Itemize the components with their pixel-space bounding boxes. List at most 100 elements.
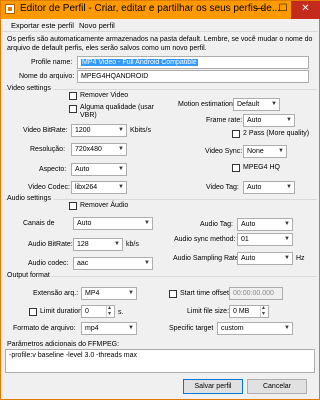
chevron-down-icon: ▼ bbox=[118, 146, 124, 152]
info-text: Os perfis são automaticamente armazenado… bbox=[7, 36, 313, 52]
audio-bitrate-unit: kb/s bbox=[126, 241, 139, 248]
extension-label: Extensão arq.: bbox=[33, 290, 79, 297]
audio-codec-select[interactable]: aac ▼ bbox=[73, 257, 153, 270]
remove-audio-label: Remover Áudio bbox=[80, 202, 129, 209]
video-sync-select[interactable]: None ▼ bbox=[243, 145, 287, 158]
close-button[interactable]: ✕ bbox=[291, 1, 320, 19]
video-codec-label: Video Codec: bbox=[28, 184, 70, 191]
video-sync-label: Video Sync: bbox=[205, 148, 243, 155]
limit-duration-checkbox[interactable] bbox=[29, 308, 37, 316]
chevron-down-icon: ▼ bbox=[118, 127, 124, 133]
file-size-value: 0 MB bbox=[233, 308, 250, 315]
chevron-down-icon: ▼ bbox=[284, 221, 290, 227]
video-codec-value: libx264 bbox=[75, 184, 98, 191]
ffmpeg-params-textarea[interactable]: -profile:v baseline -level 3.0 -threads … bbox=[5, 349, 315, 373]
extension-value: MP4 bbox=[85, 290, 100, 297]
start-offset-label: Start time offset bbox=[180, 290, 229, 297]
profile-name-label: Profile name: bbox=[31, 59, 73, 66]
audio-bitrate-select[interactable]: 128 ▼ bbox=[73, 238, 123, 251]
audio-tag-value: Auto bbox=[241, 221, 256, 228]
file-size-input[interactable]: 0 MB bbox=[229, 305, 269, 318]
limit-duration-input[interactable]: 0 bbox=[81, 305, 115, 318]
profile-name-value: MP4 Video - Full Android Compatible bbox=[81, 59, 198, 66]
ffmpeg-params-label: Parâmetros adicionais do FFMPEG: bbox=[7, 341, 120, 348]
specific-target-label: Specific target bbox=[169, 325, 214, 332]
aspect-select[interactable]: Auto ▼ bbox=[71, 163, 127, 176]
quality-vbr-label: Alguma qualidade (usar VBR) bbox=[80, 104, 154, 119]
specific-target-value: custom bbox=[221, 325, 244, 332]
chevron-down-icon: ▼ bbox=[284, 255, 290, 261]
audio-sync-label: Audio sync method: bbox=[174, 236, 236, 243]
menu-export[interactable]: Exportar este perfil bbox=[11, 21, 74, 30]
sampling-rate-value: Auto bbox=[241, 255, 256, 262]
video-bitrate-select[interactable]: 1200 ▼ bbox=[71, 124, 127, 137]
app-icon bbox=[5, 4, 15, 14]
file-format-label: Formato de arquivo: bbox=[13, 325, 76, 332]
extension-select[interactable]: MP4 ▼ bbox=[81, 287, 137, 300]
limit-duration-value: 0 bbox=[85, 308, 89, 315]
resolution-label: Resolução: bbox=[30, 146, 66, 153]
file-size-label: Limit file size: bbox=[187, 308, 230, 315]
start-offset-checkbox[interactable] bbox=[169, 290, 177, 298]
menu-bar: Exportar este perfil Novo perfil bbox=[2, 20, 318, 32]
spinner-arrows-icon[interactable] bbox=[106, 306, 114, 317]
aspect-label: Aspecto: bbox=[39, 166, 67, 173]
two-pass-checkbox[interactable] bbox=[232, 130, 240, 138]
limit-duration-unit: s. bbox=[118, 309, 124, 316]
output-format-title: Output format bbox=[7, 272, 52, 279]
video-tag-value: Auto bbox=[247, 184, 262, 191]
audio-bitrate-label: Audio BitRate: bbox=[28, 241, 73, 248]
motion-estimation-value: Default bbox=[237, 101, 260, 108]
video-codec-select[interactable]: libx264 ▼ bbox=[71, 181, 127, 194]
profile-name-input[interactable]: MP4 Video - Full Android Compatible bbox=[77, 56, 309, 69]
audio-sync-value: 01 bbox=[241, 236, 249, 243]
video-tag-label: Video Tag: bbox=[206, 184, 239, 191]
mpeg4-hq-checkbox[interactable] bbox=[232, 164, 240, 172]
chevron-down-icon: ▼ bbox=[286, 117, 292, 123]
save-profile-button[interactable]: Salvar perfil bbox=[183, 379, 243, 394]
video-tag-select[interactable]: Auto ▼ bbox=[243, 181, 295, 194]
channels-select[interactable]: Auto ▼ bbox=[73, 217, 153, 230]
menu-new-profile[interactable]: Novo perfil bbox=[79, 21, 115, 30]
profile-editor-window: Editor de Perfil - Criar, editar e parti… bbox=[0, 0, 320, 400]
file-name-input[interactable]: MPEG4HQANDROID bbox=[77, 70, 309, 83]
frame-rate-label: Frame rate: bbox=[206, 117, 243, 124]
remove-video-checkbox[interactable] bbox=[69, 92, 77, 100]
start-offset-input[interactable]: 00:00:00.000 bbox=[229, 287, 283, 300]
two-pass-label: 2 Pass (More quality) bbox=[243, 130, 310, 137]
spinner-arrows-icon[interactable] bbox=[260, 306, 268, 317]
file-format-select[interactable]: mp4 ▼ bbox=[81, 322, 137, 335]
audio-sync-select[interactable]: 01 ▼ bbox=[237, 233, 293, 246]
chevron-down-icon: ▼ bbox=[284, 325, 290, 331]
channels-value: Auto bbox=[77, 220, 92, 227]
audio-tag-select[interactable]: Auto ▼ bbox=[237, 218, 293, 231]
frame-rate-select[interactable]: Auto ▼ bbox=[243, 114, 295, 127]
audio-codec-label: Audio codec: bbox=[28, 260, 69, 267]
motion-estimation-select[interactable]: Default ▼ bbox=[233, 98, 280, 111]
resolution-select[interactable]: 720x480 ▼ bbox=[71, 143, 127, 156]
cancel-button[interactable]: Cancelar bbox=[247, 379, 307, 394]
quality-vbr-checkbox[interactable] bbox=[69, 105, 77, 113]
audio-bitrate-value: 128 bbox=[77, 241, 89, 248]
remove-video-label: Remover Video bbox=[80, 92, 129, 99]
video-bitrate-value: 1200 bbox=[75, 127, 91, 134]
chevron-down-icon: ▼ bbox=[284, 236, 290, 242]
frame-rate-value: Auto bbox=[247, 117, 262, 124]
channels-label: Canais de bbox=[23, 220, 55, 227]
limit-duration-label: Limit duration bbox=[40, 308, 83, 315]
chevron-down-icon: ▼ bbox=[114, 241, 120, 247]
chevron-down-icon: ▼ bbox=[128, 325, 134, 331]
sampling-rate-select[interactable]: Auto ▼ bbox=[237, 252, 293, 265]
file-format-value: mp4 bbox=[85, 325, 99, 332]
specific-target-select[interactable]: custom ▼ bbox=[217, 322, 293, 335]
file-name-label: Nome do arquivo: bbox=[19, 73, 75, 80]
sampling-rate-label: Audio Sampling Rate: bbox=[173, 255, 241, 262]
remove-audio-checkbox[interactable] bbox=[69, 202, 77, 210]
start-offset-value: 00:00:00.000 bbox=[233, 290, 274, 297]
title-bar[interactable]: Editor de Perfil - Criar, editar e parti… bbox=[1, 1, 320, 19]
video-bitrate-label: Video BitRate: bbox=[23, 127, 68, 134]
window-title: Editor de Perfil - Criar, editar e parti… bbox=[20, 3, 281, 14]
minimize-button[interactable]: — bbox=[247, 1, 271, 19]
chevron-down-icon: ▼ bbox=[118, 184, 124, 190]
resolution-value: 720x480 bbox=[75, 146, 102, 153]
